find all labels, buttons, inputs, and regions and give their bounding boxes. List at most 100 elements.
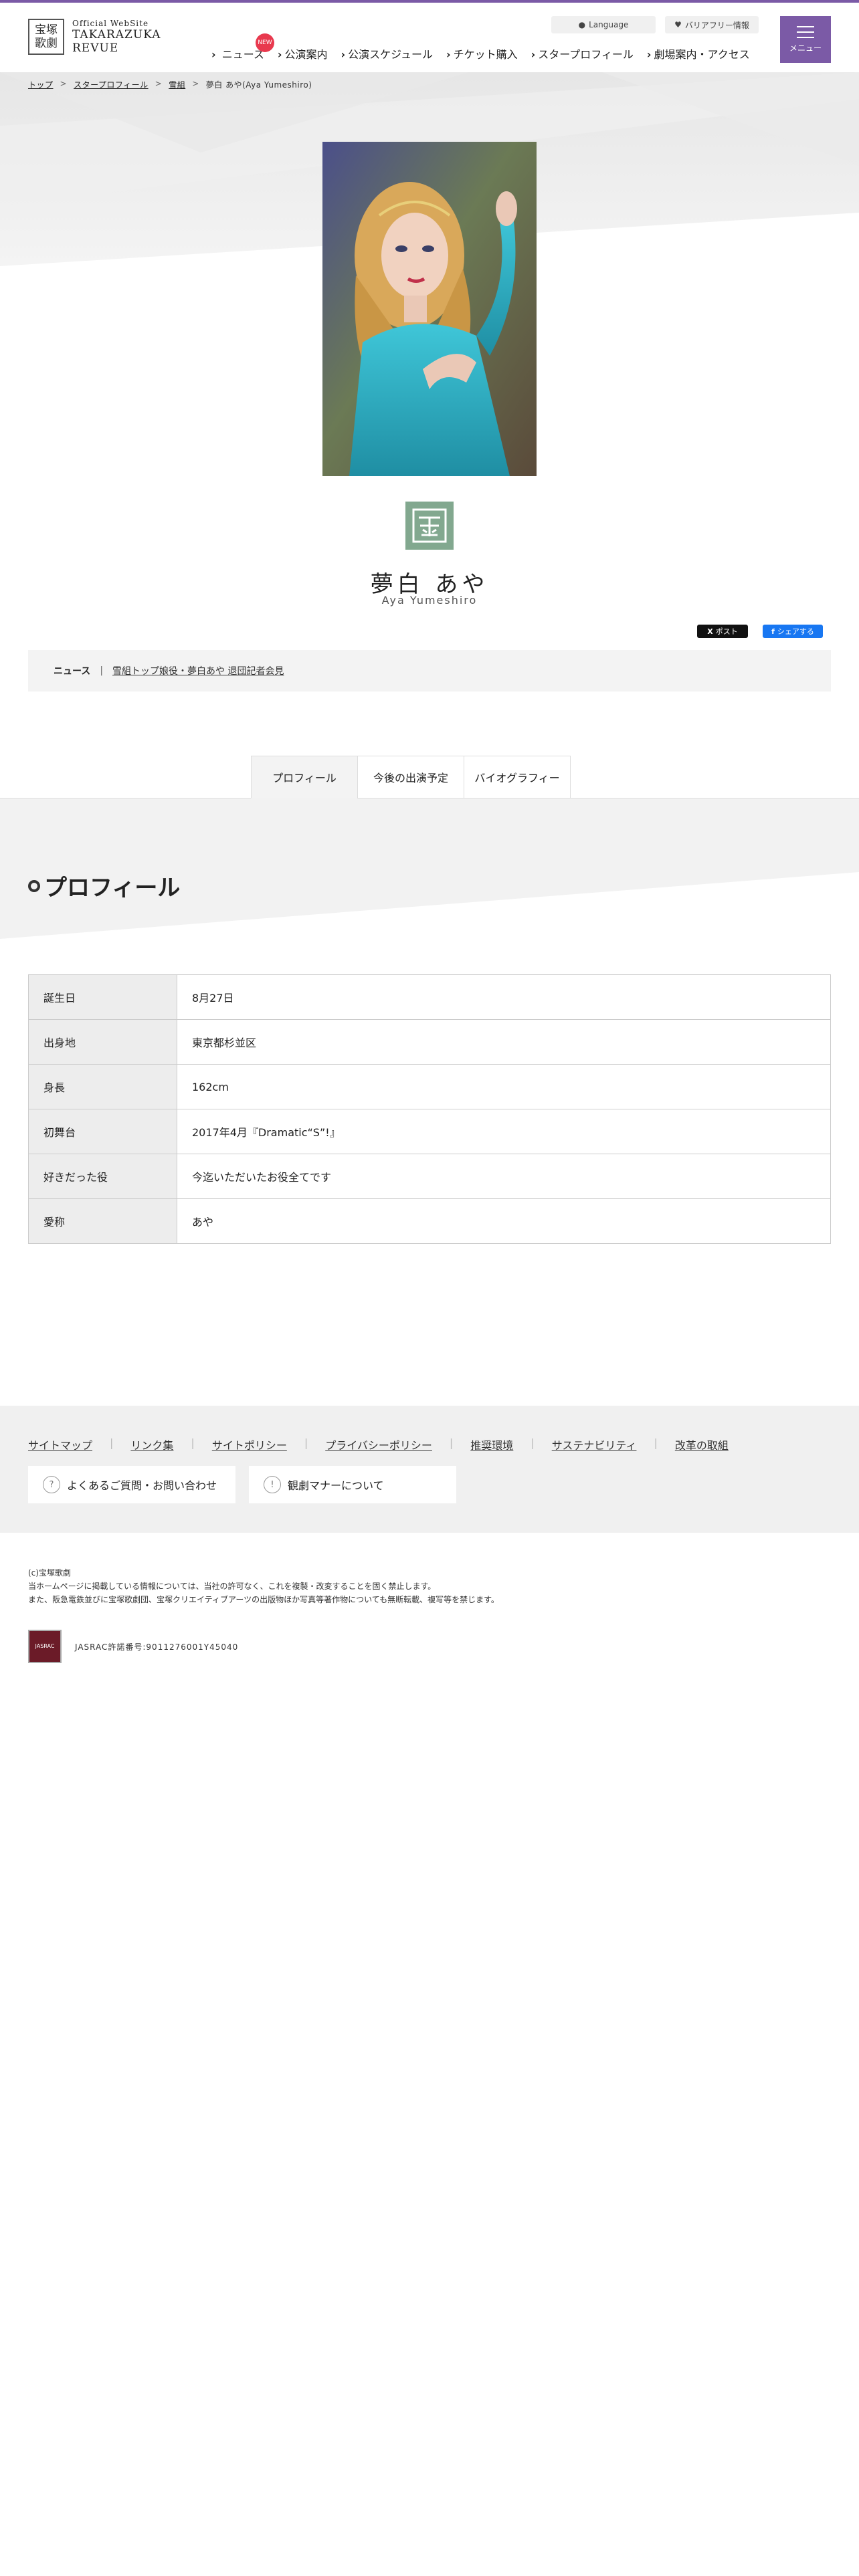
footer-link[interactable]: プライバシーポリシー	[325, 1436, 432, 1453]
faq-label: よくあるご質問・お問い合わせ	[67, 1479, 217, 1492]
gnav-news-label: ニュース	[221, 48, 264, 61]
jasrac-logo-text: JASRAC	[35, 1643, 55, 1649]
profile-tabs: プロフィール 今後の出演予定 バイオグラフィー	[251, 756, 571, 798]
breadcrumb-profiles[interactable]: スタープロフィール	[74, 79, 149, 90]
facebook-share-label: シェアする	[777, 627, 814, 636]
footer-link-separator: |	[191, 1436, 195, 1449]
copyright-line-2: 当ホームページに掲載している情報については、当社の許可なく、これを複製・改変する…	[28, 1582, 436, 1591]
gnav-performances[interactable]: 公演案内	[278, 45, 328, 62]
globe-icon: ●	[578, 20, 586, 29]
barrier-free-label: バリアフリー情報	[684, 20, 749, 30]
gnav-news[interactable]: ニュース NEW	[211, 33, 274, 62]
profile-table-row: 出身地 東京都杉並区	[28, 1019, 831, 1065]
star-name-en: Aya Yumeshiro	[381, 594, 478, 607]
news-box: ニュース | 雪組トップ娘役・夢白あや 退団記者会見	[28, 650, 831, 691]
site-logo[interactable]: 宝塚 歌劇 Official WebSite TAKARAZUKA REVUE	[28, 19, 161, 55]
troupe-snow-icon	[405, 502, 454, 550]
language-button[interactable]: ● Language	[551, 16, 656, 33]
tab-biography[interactable]: バイオグラフィー	[464, 756, 571, 798]
copyright-line-1: (c)宝塚歌劇	[28, 1568, 71, 1578]
gnav-schedule[interactable]: 公演スケジュール	[341, 45, 433, 62]
profile-label: 誕生日	[28, 974, 177, 1020]
gnav-tickets[interactable]: チケット購入	[446, 45, 518, 62]
profile-table-row: 好きだった役 今迄いただいたお役全てです	[28, 1154, 831, 1199]
profile-value: 今迄いただいたお役全てです	[177, 1154, 831, 1199]
profile-label: 愛称	[28, 1198, 177, 1244]
breadcrumb-current: 夢白 あや(Aya Yumeshiro)	[205, 80, 312, 90]
footer-link-separator: |	[531, 1436, 535, 1449]
x-post-button[interactable]: X ポスト	[697, 625, 748, 638]
profile-photo	[322, 142, 537, 476]
tab-upcoming[interactable]: 今後の出演予定	[357, 756, 464, 798]
manners-label: 観劇マナーについて	[288, 1479, 384, 1492]
info-icon: !	[264, 1476, 281, 1493]
footer-link[interactable]: サイトポリシー	[212, 1436, 287, 1453]
jasrac-number: JASRAC許諾番号:9011276001Y45040	[75, 1642, 239, 1652]
logo-text: Official WebSite TAKARAZUKA REVUE	[72, 19, 161, 55]
hamburger-icon	[797, 25, 814, 38]
profile-value: 162cm	[177, 1064, 831, 1109]
logo-seal: 宝塚 歌劇	[28, 19, 64, 55]
logo-kanji-bottom: 歌劇	[35, 37, 58, 50]
footer-link[interactable]: リンク集	[130, 1436, 173, 1453]
facebook-share-button[interactable]: f シェアする	[763, 625, 823, 638]
profile-label: 身長	[28, 1064, 177, 1109]
footer-link-separator: |	[304, 1436, 308, 1449]
breadcrumb-sep: >	[155, 79, 163, 88]
menu-label: メニュー	[789, 43, 822, 53]
profile-value: 東京都杉並区	[177, 1019, 831, 1065]
footer-links: サイトマップ | リンク集 | サイトポリシー | プライバシーポリシー | 推奨環境 | サステナ…	[28, 1436, 729, 1453]
jasrac-block: JASRAC JASRAC許諾番号:9011276001Y45040	[28, 1630, 238, 1663]
profile-heading: プロフィール	[28, 869, 180, 902]
heart-icon: ♥	[674, 20, 682, 29]
footer: サイトマップ | リンク集 | サイトポリシー | プライバシーポリシー | 推奨環境 | サステナ…	[0, 1406, 859, 1533]
jasrac-logo: JASRAC	[28, 1630, 62, 1663]
footer-link[interactable]: サステナビリティ	[552, 1436, 637, 1453]
x-post-label: ポスト	[715, 627, 738, 636]
gnav-star-profiles-label: スタープロフィール	[538, 48, 634, 61]
logo-name-1: TAKARAZUKA	[72, 28, 161, 41]
gnav-star-profiles[interactable]: スタープロフィール	[531, 45, 634, 62]
menu-button[interactable]: メニュー	[780, 16, 831, 63]
profile-table: 誕生日 8月27日 出身地 東京都杉並区 身長 162cm 初舞台 2017年4月『Drama…	[28, 974, 831, 1244]
news-link[interactable]: 雪組トップ娘役・夢白あや 退団記者会見	[112, 664, 284, 677]
section-title: プロフィール	[44, 875, 181, 901]
new-badge: NEW	[256, 33, 274, 52]
question-icon: ?	[43, 1476, 60, 1493]
manners-button[interactable]: ! 観劇マナーについて	[249, 1466, 456, 1503]
profile-table-row: 初舞台 2017年4月『Dramatic“S”!』	[28, 1109, 831, 1154]
barrier-free-button[interactable]: ♥ バリアフリー情報	[665, 16, 759, 33]
tab-profile[interactable]: プロフィール	[251, 756, 358, 798]
profile-table-row: 誕生日 8月27日	[28, 974, 831, 1020]
profile-value: 2017年4月『Dramatic“S”!』	[177, 1109, 831, 1154]
logo-kanji-top: 宝塚	[35, 23, 58, 37]
global-nav: ニュース NEW 公演案内 公演スケジュール チケット購入 スタープロフィール …	[211, 33, 750, 62]
footer-link-separator: |	[110, 1436, 114, 1449]
breadcrumb-troupe[interactable]: 雪組	[169, 79, 185, 90]
faq-button[interactable]: ? よくあるご質問・お問い合わせ	[28, 1466, 235, 1503]
profile-value: 8月27日	[177, 974, 831, 1020]
x-icon: X	[707, 627, 713, 636]
news-label: ニュース	[54, 666, 91, 677]
profile-table-row: 身長 162cm	[28, 1064, 831, 1109]
footer-link-separator: |	[449, 1436, 454, 1449]
footer-link-separator: |	[654, 1436, 658, 1449]
footer-link[interactable]: 推奨環境	[470, 1436, 513, 1453]
circle-bullet-icon	[28, 879, 40, 892]
breadcrumb: トップ > スタープロフィール > 雪組 > 夢白 あや(Aya Yumeshi…	[28, 79, 312, 90]
profile-label: 初舞台	[28, 1109, 177, 1154]
copyright-line-3: また、阪急電鉄並びに宝塚歌劇団、宝塚クリエイティブアーツの出版物ほか写真等著作物…	[28, 1595, 499, 1604]
gnav-schedule-label: 公演スケジュール	[348, 48, 433, 61]
facebook-icon: f	[771, 627, 775, 636]
gnav-tickets-label: チケット購入	[453, 48, 518, 61]
gnav-theater-access[interactable]: 劇場案内・アクセス	[647, 45, 750, 62]
profile-label: 出身地	[28, 1019, 177, 1065]
gnav-performances-label: 公演案内	[284, 48, 328, 61]
profile-value: あや	[177, 1198, 831, 1244]
breadcrumb-home[interactable]: トップ	[28, 79, 54, 90]
breadcrumb-sep: >	[192, 79, 199, 88]
footer-link[interactable]: サイトマップ	[28, 1436, 92, 1453]
language-label: Language	[589, 20, 629, 29]
footer-link[interactable]: 改革の取組	[675, 1436, 729, 1453]
logo-name-2: REVUE	[72, 41, 119, 55]
